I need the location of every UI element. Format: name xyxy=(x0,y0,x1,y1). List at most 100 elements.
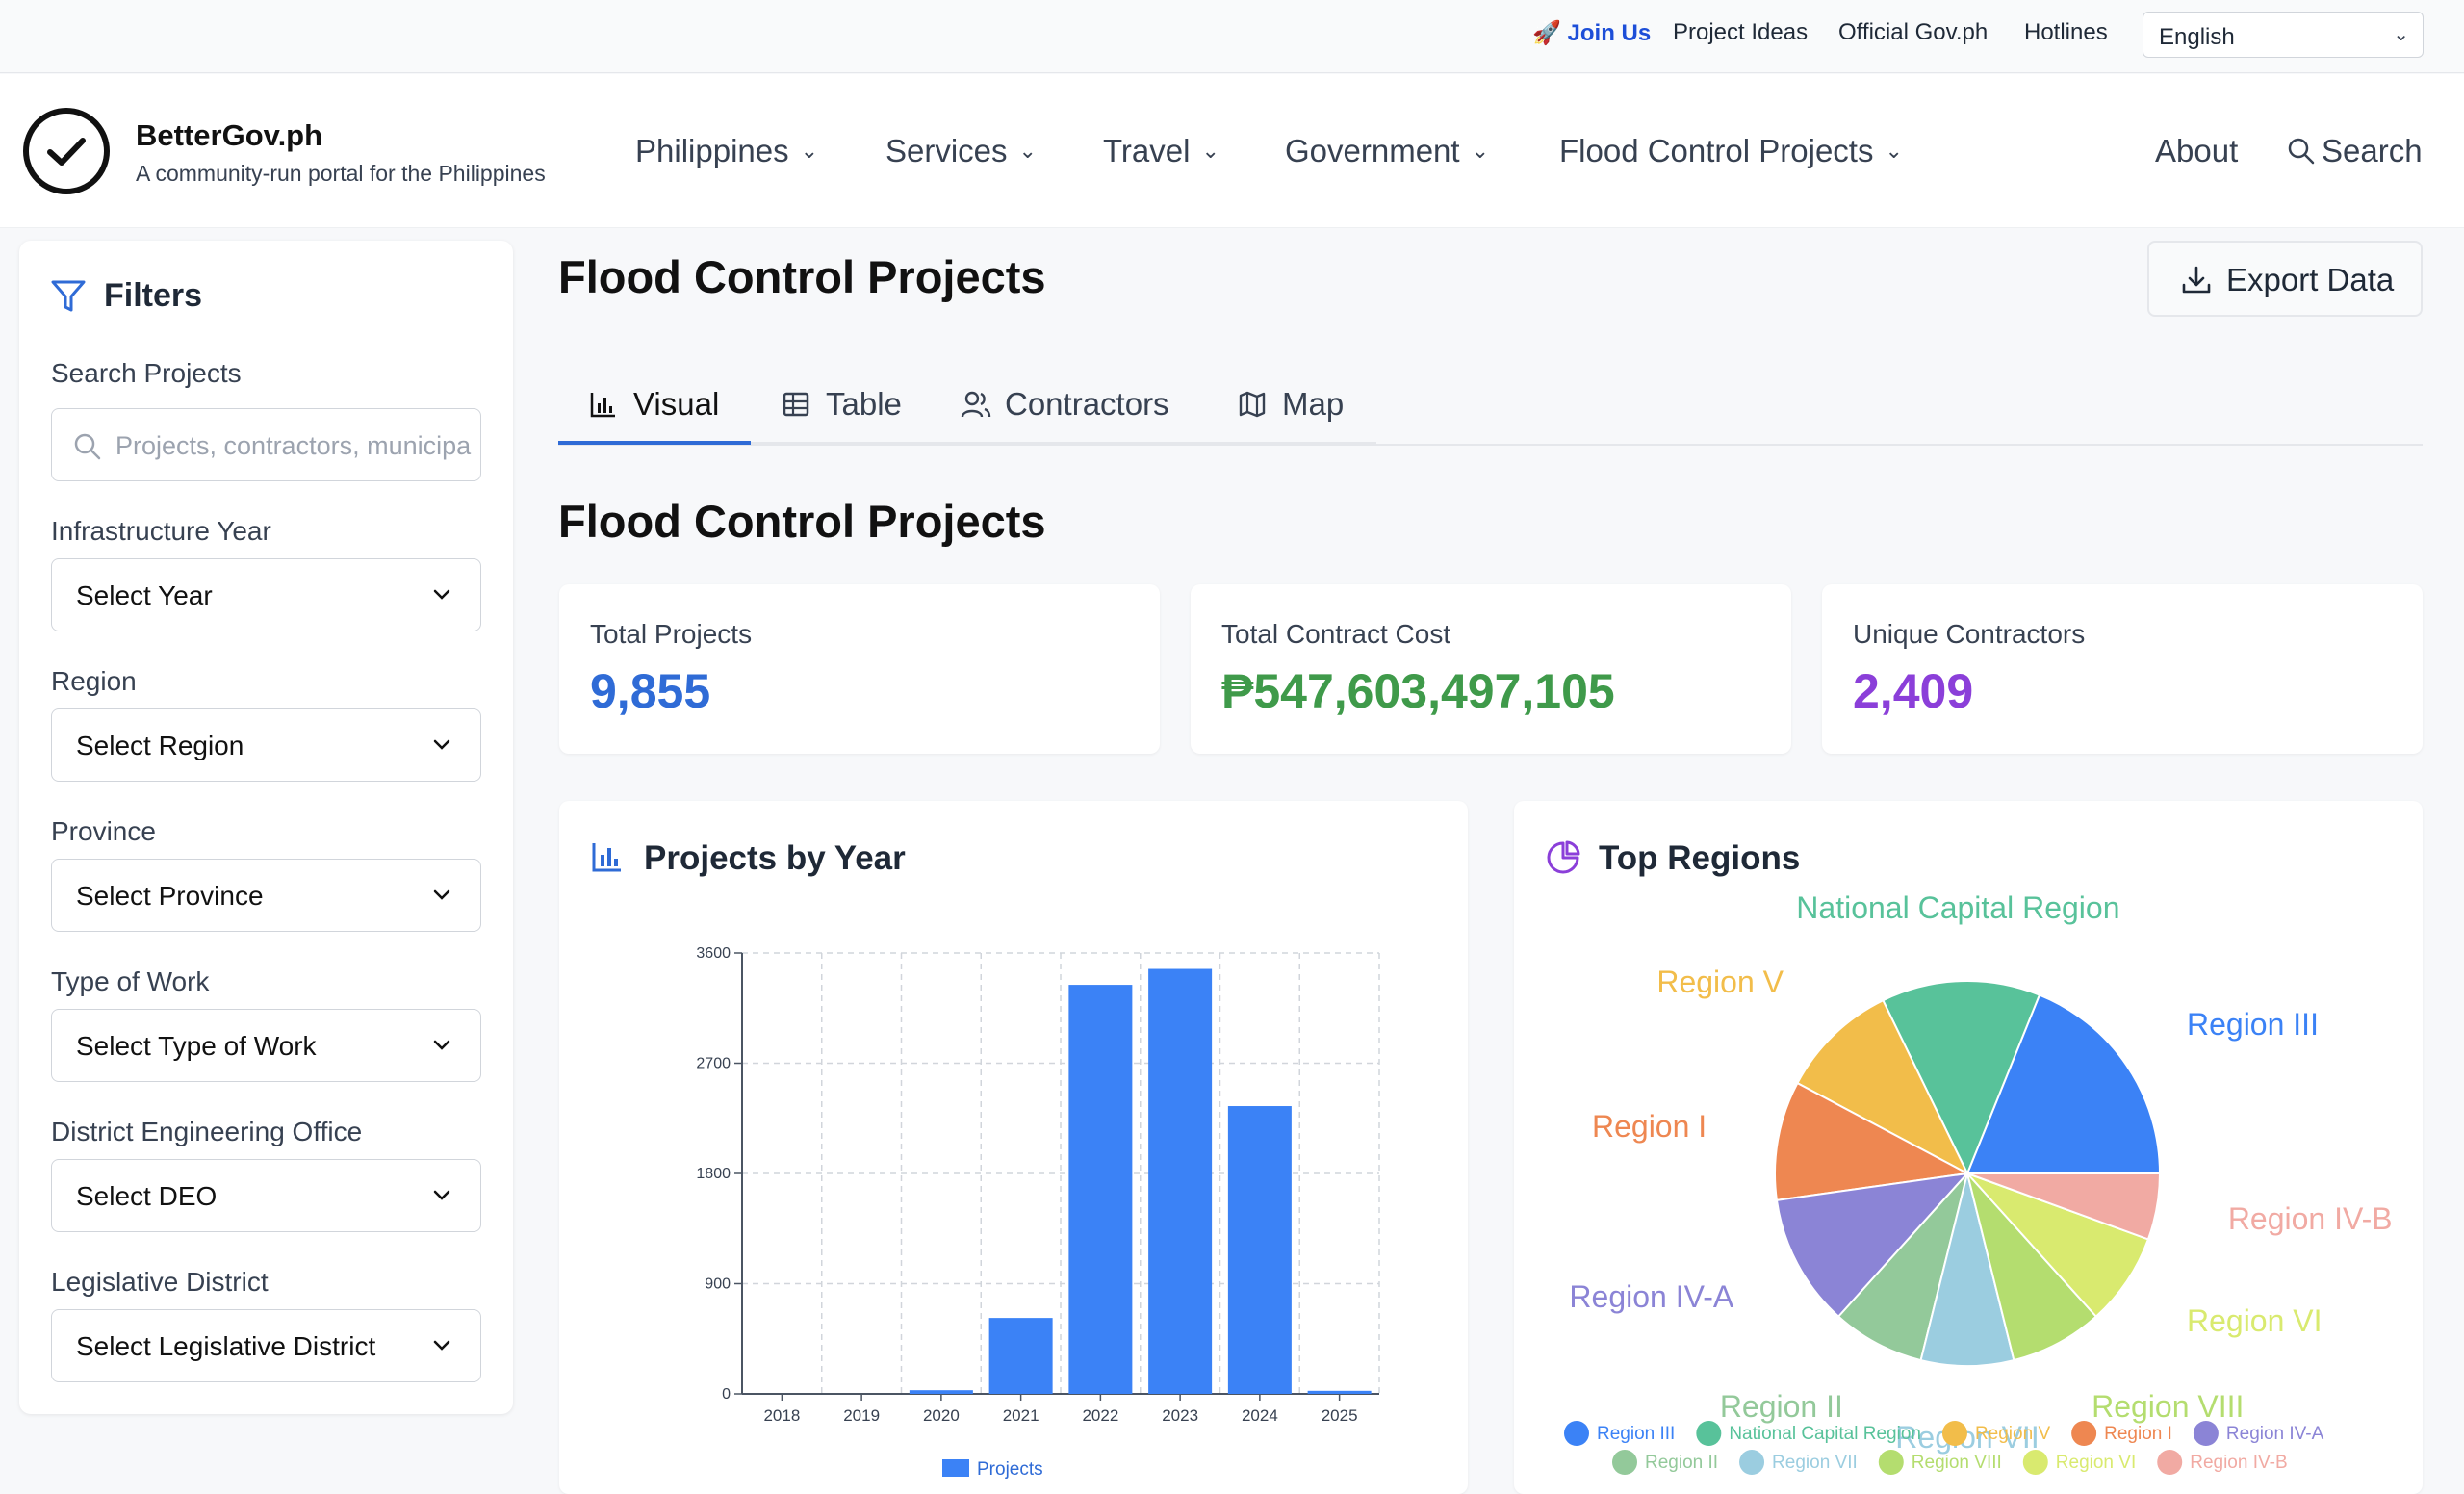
bar-2020[interactable] xyxy=(909,1390,973,1394)
type-of-work-select[interactable]: Select Type of Work xyxy=(51,1009,481,1082)
legislative-district-select[interactable]: Select Legislative District xyxy=(51,1309,481,1382)
stat-card-total-projects: Total Projects 9,855 xyxy=(559,584,1160,754)
language-select[interactable]: English ⌄ xyxy=(2143,12,2424,58)
y-tick-label: 3600 xyxy=(696,945,731,962)
nav-search[interactable]: Search xyxy=(2287,133,2423,169)
projects-by-year-card: Projects by Year 3600 2700 1800 900 0 2018 201… xyxy=(559,801,1468,1494)
total-projects-value: 9,855 xyxy=(590,664,711,718)
bar-2024[interactable] xyxy=(1227,1106,1292,1394)
year-select[interactable]: Select Year xyxy=(51,558,481,631)
nav-flood-control[interactable]: Flood Control Projects ⌄ xyxy=(1559,133,1903,169)
bar-2025[interactable] xyxy=(1307,1390,1372,1394)
province-select[interactable]: Select Province xyxy=(51,859,481,932)
region-select[interactable]: Select Region xyxy=(51,708,481,782)
export-data-button[interactable]: Export Data xyxy=(2147,241,2423,317)
language-value: English xyxy=(2159,24,2235,50)
unique-contractors-value: 2,409 xyxy=(1853,664,1974,718)
legend-label[interactable]: Region VIII xyxy=(1912,1453,2002,1473)
nav-services[interactable]: Services ⌄ xyxy=(886,133,1037,169)
search-placeholder: Projects, contractors, municipalities xyxy=(116,431,472,460)
type-of-work-value: Select Type of Work xyxy=(76,1031,317,1061)
legend-label[interactable]: National Capital Region xyxy=(1729,1424,1921,1444)
pie-label: National Capital Region xyxy=(1796,890,2119,925)
chevron-down-icon: ⌄ xyxy=(2393,24,2409,45)
year-label: Infrastructure Year xyxy=(51,516,271,546)
x-tick-label: 2022 xyxy=(1082,1406,1118,1425)
top-regions-card: Top Regions Region III National Capital R… xyxy=(1514,801,2423,1494)
region-select-value: Select Region xyxy=(76,731,244,760)
filters-panel: Filters Search Projects Projects, contra… xyxy=(19,241,513,1414)
search-icon xyxy=(2288,138,2315,165)
search-projects-label: Search Projects xyxy=(51,358,242,388)
chevron-down-icon: ⌄ xyxy=(1885,139,1903,163)
y-tick-label: 0 xyxy=(722,1386,731,1403)
legend-label[interactable]: Region IV-B xyxy=(2190,1453,2287,1473)
page-title: Flood Control Projects xyxy=(558,251,1046,302)
pie-label: Region IV-B xyxy=(2228,1201,2393,1236)
brand-name[interactable]: BetterGov.ph xyxy=(136,118,322,153)
project-ideas-link[interactable]: Project Ideas xyxy=(1673,19,1808,46)
export-data-label: Export Data xyxy=(2226,262,2395,297)
legend-label[interactable]: Region IV-A xyxy=(2226,1424,2324,1444)
deo-select[interactable]: Select DEO xyxy=(51,1159,481,1232)
total-cost-label: Total Contract Cost xyxy=(1221,619,1451,649)
legend-label[interactable]: Region VI xyxy=(2056,1453,2136,1473)
join-us-link[interactable]: 🚀 Join Us xyxy=(1532,19,1651,47)
x-tick-label: 2021 xyxy=(1003,1406,1040,1425)
pie-label: Region IV-A xyxy=(1569,1279,1733,1314)
legend-label[interactable]: Region V xyxy=(1975,1424,2050,1444)
pie-label: Region V xyxy=(1656,965,1784,999)
legend-label[interactable]: Region III xyxy=(1597,1424,1675,1444)
x-tick-label: 2025 xyxy=(1322,1406,1358,1425)
total-cost-value: ₱547,603,497,105 xyxy=(1221,664,1615,718)
pie-label: Region VI xyxy=(2187,1303,2323,1338)
y-tick-label: 1800 xyxy=(696,1166,731,1182)
x-tick-label: 2020 xyxy=(923,1406,960,1425)
view-tabs: Visual Table Contractors Map xyxy=(558,371,2423,446)
nav-services-label: Services xyxy=(886,133,1008,168)
chevron-down-icon: ⌄ xyxy=(1018,139,1037,163)
nav-government[interactable]: Government ⌄ xyxy=(1285,133,1489,169)
nav-philippines[interactable]: Philippines ⌄ xyxy=(635,133,818,169)
nav-travel-label: Travel xyxy=(1103,133,1191,168)
filters-title: Filters xyxy=(104,277,203,314)
chevron-down-icon: ⌄ xyxy=(1471,139,1490,163)
pie-label: Region VIII xyxy=(2092,1389,2244,1424)
bar-2022[interactable] xyxy=(1068,985,1133,1394)
chevron-down-icon: ⌄ xyxy=(1201,139,1219,163)
deo-label: District Engineering Office xyxy=(51,1117,363,1146)
legend-dot xyxy=(1739,1450,1765,1475)
main-navigation: BetterGov.ph A community-run portal for … xyxy=(0,74,2464,228)
legend-dot xyxy=(2022,1450,2048,1475)
nav-philippines-label: Philippines xyxy=(635,133,789,168)
legend-dot xyxy=(2157,1450,2183,1475)
chevron-down-icon xyxy=(433,889,450,900)
province-select-value: Select Province xyxy=(76,881,264,911)
nav-government-label: Government xyxy=(1285,133,1460,168)
nav-about[interactable]: About xyxy=(2155,133,2238,169)
pie-label: Region III xyxy=(2187,1007,2319,1042)
legend-dot xyxy=(2193,1421,2219,1446)
bar-2021[interactable] xyxy=(988,1318,1053,1394)
chevron-down-icon xyxy=(433,589,450,600)
top-regions-chart: Region IIINational Capital RegionRegion … xyxy=(1564,890,2393,1475)
nav-flood-control-label: Flood Control Projects xyxy=(1559,133,1874,168)
section-title: Flood Control Projects xyxy=(558,496,1046,547)
bar-2023[interactable] xyxy=(1148,968,1213,1394)
chevron-down-icon xyxy=(433,1190,450,1200)
unique-contractors-label: Unique Contractors xyxy=(1853,619,2086,649)
stat-card-unique-contractors: Unique Contractors 2,409 xyxy=(1822,584,2423,754)
legend-label[interactable]: Region I xyxy=(2104,1424,2172,1444)
logo-check-icon[interactable] xyxy=(23,108,110,194)
official-govph-link[interactable]: Official Gov.ph xyxy=(1838,19,1988,46)
nav-travel[interactable]: Travel ⌄ xyxy=(1103,133,1219,169)
pie-label: Region II xyxy=(1720,1389,1843,1424)
legend-dot xyxy=(2071,1421,2097,1446)
legend-label[interactable]: Region VII xyxy=(1772,1453,1858,1473)
legend-dot xyxy=(1612,1450,1637,1475)
legend-label[interactable]: Region II xyxy=(1645,1453,1718,1473)
hotlines-link[interactable]: Hotlines xyxy=(2024,19,2108,46)
legend-label[interactable]: Projects xyxy=(977,1459,1043,1480)
legislative-district-label: Legislative District xyxy=(51,1267,269,1297)
search-projects-input[interactable]: Projects, contractors, municipalities xyxy=(51,408,481,481)
